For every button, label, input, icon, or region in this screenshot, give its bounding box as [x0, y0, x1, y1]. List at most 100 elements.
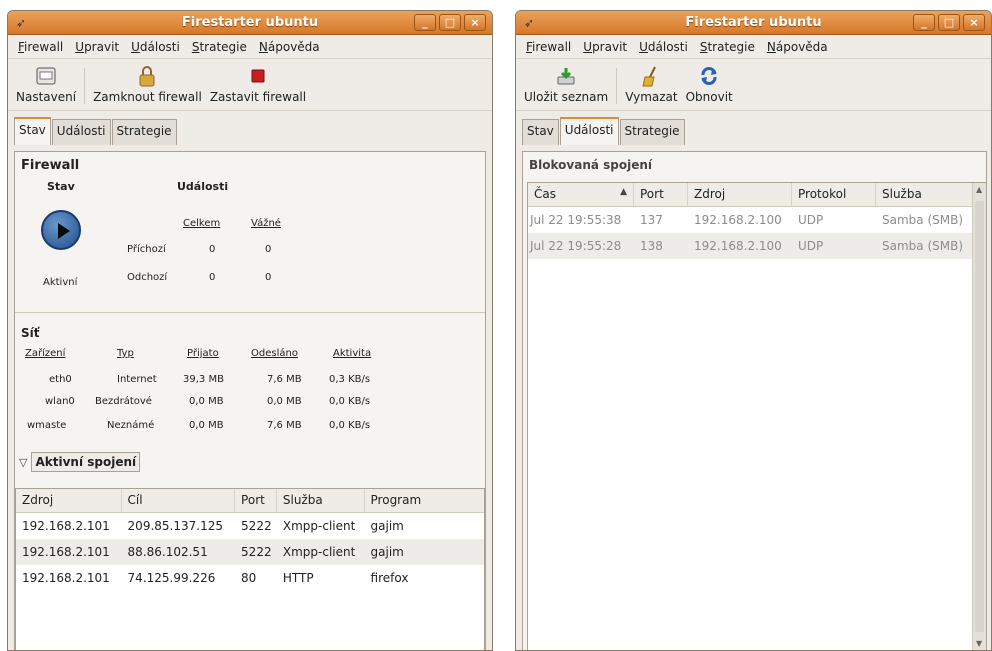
col-total-header: Celkem [183, 218, 221, 229]
col-header-time-label: Čas [534, 187, 556, 201]
net-type: Bezdrátové [95, 396, 152, 407]
title-bar[interactable]: ➶ Firestarter ubuntu _ □ × [516, 11, 991, 35]
cell-program: firefox [370, 571, 409, 585]
refresh-button[interactable]: Obnovit [682, 65, 737, 104]
cell-service: Xmpp-client [282, 519, 356, 533]
status-label: Stav [47, 180, 75, 193]
tab-events[interactable]: Události [51, 119, 111, 145]
cell-service: Samba (SMB) [882, 239, 964, 253]
play-icon[interactable] [41, 210, 81, 250]
menu-bar: Firewall Upravit Události Strategie Nápo… [8, 35, 492, 59]
menu-edit[interactable]: Upravit [577, 40, 633, 54]
cell-port: 5222 [241, 519, 272, 533]
net-activity: 0,0 KB/s [329, 396, 371, 407]
menu-firewall[interactable]: Firewall [520, 40, 577, 54]
settings-icon [35, 65, 57, 87]
menu-events[interactable]: Události [125, 40, 186, 54]
tab-policy[interactable]: Strategie [619, 119, 685, 145]
refresh-icon [698, 65, 720, 87]
menu-help[interactable]: Nápověda [761, 40, 834, 54]
blocked-header: Čas ▲ Port Zdroj Protokol Služba [528, 183, 972, 207]
maximize-button[interactable]: □ [439, 14, 461, 31]
col-header-program[interactable]: Program [365, 489, 484, 512]
lock-icon [136, 65, 158, 87]
cell-service: HTTP [282, 571, 314, 585]
maximize-button[interactable]: □ [938, 14, 960, 31]
active-connections-expander[interactable]: ▽ Aktivní spojení [19, 452, 141, 472]
net-type: Neznámé [107, 420, 155, 431]
cell-port: 137 [640, 213, 663, 227]
table-row[interactable]: 192.168.2.101 88.86.102.51 5222 Xmpp-cli… [16, 539, 484, 565]
table-row[interactable]: Jul 22 19:55:28 138 192.168.2.100 UDP Sa… [528, 233, 972, 259]
table-row[interactable]: Jul 22 19:55:38 137 192.168.2.100 UDP Sa… [528, 207, 986, 233]
clear-label: Vymazat [625, 90, 678, 104]
lock-firewall-button[interactable]: Zamknout firewall [89, 65, 206, 104]
stop-firewall-button[interactable]: Zastavit firewall [206, 65, 310, 104]
col-header-protocol[interactable]: Protokol [792, 183, 876, 206]
net-device: wlan0 [45, 396, 75, 407]
menu-edit[interactable]: Upravit [69, 40, 125, 54]
tab-status[interactable]: Stav [14, 117, 51, 145]
col-serious-header: Vážné [251, 218, 281, 229]
net-activity: 0,3 KB/s [329, 374, 371, 385]
net-device: eth0 [49, 374, 72, 385]
col-header-service[interactable]: Služba [277, 489, 365, 512]
cell-program: gajim [370, 545, 404, 559]
net-header-sent: Odesláno [251, 348, 298, 359]
col-header-service[interactable]: Služba [876, 183, 972, 206]
cell-destination: 74.125.99.226 [127, 571, 216, 585]
col-header-destination[interactable]: Cíl [122, 489, 236, 512]
scroll-down-icon[interactable]: ▼ [976, 639, 982, 648]
net-header-type: Typ [117, 348, 134, 359]
cell-time: Jul 22 19:55:28 [530, 239, 622, 253]
title-bar[interactable]: ➶ Firestarter ubuntu _ □ × [8, 11, 492, 35]
vertical-scrollbar[interactable]: ▲ ▼ [972, 183, 986, 650]
menu-firewall[interactable]: Firewall [12, 40, 69, 54]
col-header-source[interactable]: Zdroj [16, 489, 122, 512]
save-list-button[interactable]: Uložit seznam [520, 65, 612, 104]
tab-bar: Stav Události Strategie [8, 111, 492, 145]
clear-button[interactable]: Vymazat [621, 65, 681, 104]
menu-events[interactable]: Události [633, 40, 694, 54]
firestarter-window-status: ➶ Firestarter ubuntu _ □ × Firewall Upra… [7, 10, 493, 651]
tab-policy[interactable]: Strategie [111, 119, 177, 145]
blocked-connections-list[interactable]: Čas ▲ Port Zdroj Protokol Služba Jul 22 … [527, 182, 987, 650]
save-list-label: Uložit seznam [524, 90, 609, 104]
menu-policy[interactable]: Strategie [186, 40, 253, 54]
cell-port: 138 [640, 239, 663, 253]
scrollbar-thumb[interactable] [975, 201, 984, 632]
events-label: Události [177, 180, 229, 193]
col-header-port[interactable]: Port [235, 489, 277, 512]
tab-status[interactable]: Stav [522, 119, 559, 145]
col-header-source[interactable]: Zdroj [688, 183, 792, 206]
events-panel: Blokovaná spojení Čas ▲ Port Zdroj Proto… [522, 151, 987, 650]
sort-ascending-icon: ▲ [620, 187, 627, 197]
cell-destination: 209.85.137.125 [127, 519, 223, 533]
menu-policy[interactable]: Strategie [694, 40, 761, 54]
preferences-button[interactable]: Nastavení [12, 65, 80, 104]
scroll-up-icon[interactable]: ▲ [976, 185, 982, 194]
cell-time: Jul 22 19:55:38 [530, 213, 622, 227]
broom-icon [640, 65, 662, 87]
cell-source: 192.168.2.100 [694, 213, 782, 227]
cell-program: gajim [370, 519, 404, 533]
refresh-label: Obnovit [685, 90, 733, 104]
expander-arrow-icon: ▽ [19, 455, 28, 469]
close-button[interactable]: × [464, 14, 486, 31]
save-icon [555, 65, 577, 87]
close-button[interactable]: × [963, 14, 985, 31]
menu-help[interactable]: Nápověda [253, 40, 326, 54]
minimize-button[interactable]: _ [913, 14, 935, 31]
preferences-label: Nastavení [16, 90, 77, 104]
col-header-port[interactable]: Port [634, 183, 688, 206]
connections-list[interactable]: Zdroj Cíl Port Služba Program 192.168.2.… [15, 488, 485, 650]
cell-port: 80 [241, 571, 257, 585]
col-header-time[interactable]: Čas ▲ [528, 183, 634, 206]
tab-events[interactable]: Události [559, 117, 619, 145]
toolbar-separator [616, 68, 618, 104]
minimize-button[interactable]: _ [414, 14, 436, 31]
cell-source: 192.168.2.101 [22, 545, 110, 559]
table-row[interactable]: 192.168.2.101 209.85.137.125 5222 Xmpp-c… [16, 513, 484, 539]
table-row[interactable]: 192.168.2.101 74.125.99.226 80 HTTP fire… [16, 565, 484, 591]
net-header-device: Zařízení [25, 348, 66, 359]
